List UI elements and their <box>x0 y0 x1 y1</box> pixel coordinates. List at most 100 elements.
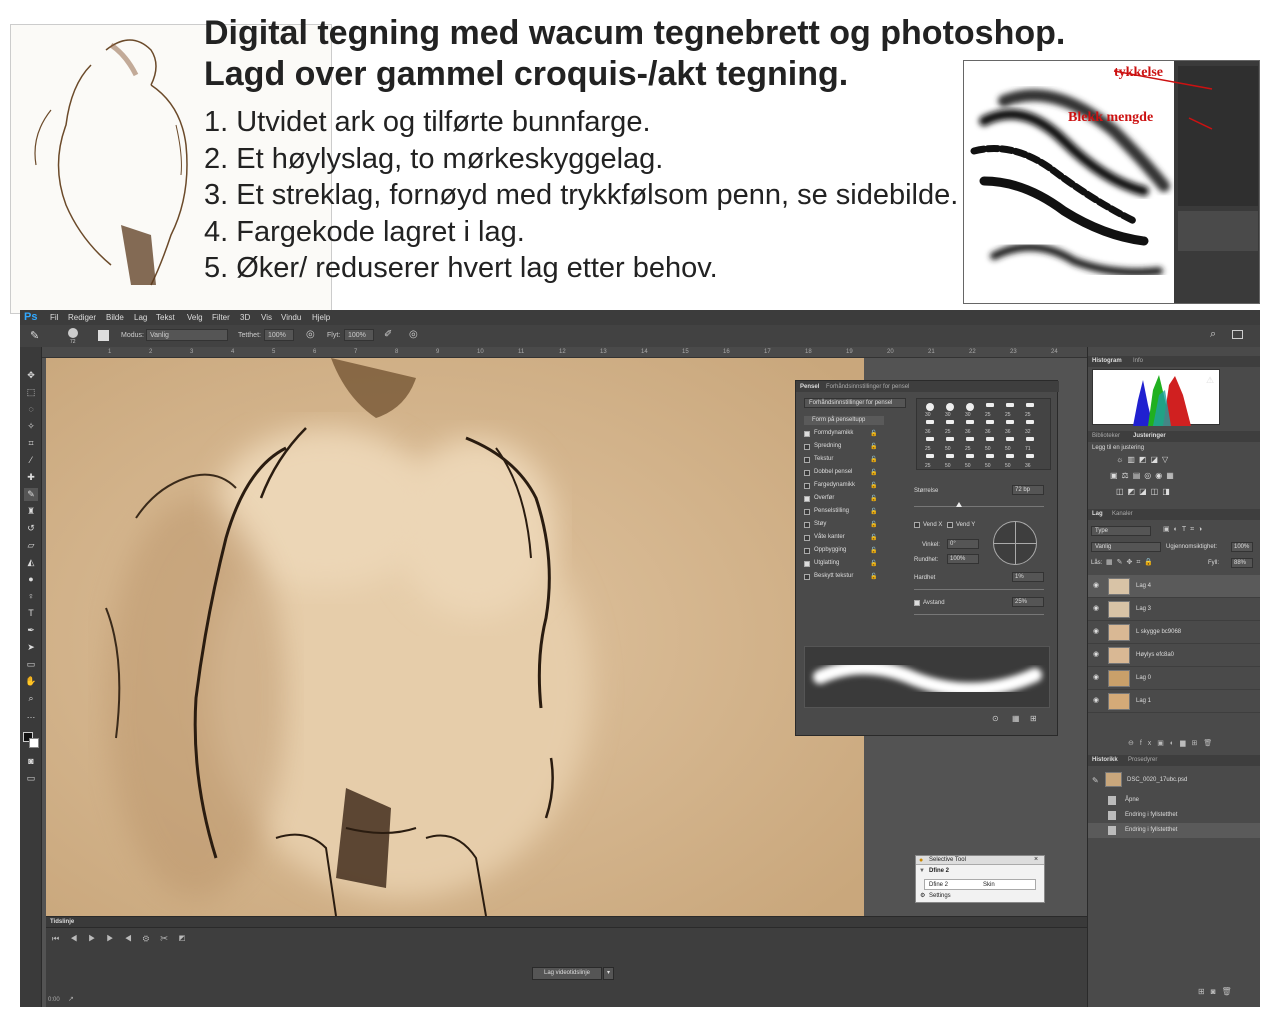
brush-tip-cell[interactable]: 36 <box>1021 453 1039 469</box>
brush-option-label[interactable]: Dobbel pensel <box>814 469 852 475</box>
brush-tool-icon[interactable]: ✎ <box>30 329 39 342</box>
menu-rediger[interactable]: Rediger <box>68 313 96 322</box>
more-tools-icon[interactable]: … <box>24 709 38 722</box>
tab-histogram[interactable]: Histogram <box>1092 358 1122 364</box>
angle-roundness-widget[interactable] <box>993 521 1037 565</box>
history-snapshot[interactable]: ✎ DSC_0020_17ubc.psd <box>1088 770 1260 790</box>
selective-settings-button[interactable]: Settings <box>929 893 951 899</box>
layer-filter-icons[interactable]: ▣◐T⌗◑ <box>1163 525 1206 534</box>
lock-icon[interactable]: 🔓 <box>870 547 877 554</box>
brush-tip-cell[interactable]: 50 <box>1001 436 1019 452</box>
search-icon[interactable]: ⌕ <box>1210 328 1216 341</box>
tab-adjustments[interactable]: Justeringer <box>1133 433 1166 439</box>
size-slider-thumb[interactable] <box>956 502 962 507</box>
lock-icon[interactable]: 🔓 <box>870 456 877 463</box>
brush-option-checkbox[interactable] <box>804 483 810 489</box>
layer-opacity-input[interactable]: 100% <box>1231 542 1253 552</box>
brush-option-checkbox[interactable] <box>804 574 810 580</box>
hand-tool-icon[interactable]: ✋ <box>24 675 38 688</box>
stamp-tool-icon[interactable]: ♜ <box>24 505 38 518</box>
brush-tip-cell[interactable]: 30 <box>921 402 939 418</box>
blend-mode-select[interactable]: Vanlig <box>1091 542 1161 552</box>
tab-history[interactable]: Historikk <box>1092 757 1118 763</box>
layer-row[interactable]: ◉ L skygge bc9068 <box>1088 621 1260 644</box>
layer-row[interactable]: ◉ Lag 4 <box>1088 575 1260 598</box>
document-canvas[interactable] <box>46 358 864 916</box>
brush-option-checkbox[interactable] <box>804 548 810 554</box>
render-icon[interactable]: ↗ <box>68 995 74 1003</box>
magic-wand-tool-icon[interactable]: ✧ <box>24 420 38 433</box>
adjustment-icons-row-1[interactable]: ☼▥◩◪▽ <box>1116 455 1196 466</box>
brush-tool-icon[interactable]: ✎ <box>24 488 38 501</box>
roundness-input[interactable]: 100% <box>947 554 979 564</box>
brush-tip-cell[interactable]: 30 <box>941 402 959 418</box>
brush-option-label[interactable]: Støy <box>814 521 826 527</box>
brush-tip-cell[interactable]: 32 <box>1021 419 1039 435</box>
brush-tip-cell[interactable]: 36 <box>961 419 979 435</box>
history-actions-row[interactable]: ⊞◙🗑 <box>1198 987 1238 996</box>
brush-option-label[interactable]: Penselstilling <box>814 508 849 514</box>
crop-tool-icon[interactable]: ⌗ <box>24 437 38 450</box>
flow-input[interactable]: 100% <box>344 329 374 341</box>
menu-tekst[interactable]: Tekst <box>156 313 175 322</box>
history-item[interactable]: Endring i fyllstetthet <box>1088 808 1260 823</box>
history-brush-tool-icon[interactable]: ↺ <box>24 522 38 535</box>
tab-info[interactable]: Info <box>1133 358 1143 364</box>
menu-velg[interactable]: Velg <box>187 313 203 322</box>
layer-row[interactable]: ◉ Lag 1 <box>1088 690 1260 713</box>
close-icon[interactable]: × <box>1034 856 1038 863</box>
adjustment-icons-row-3[interactable]: ◫◩◪◫◨ <box>1116 487 1196 498</box>
brush-option-checkbox[interactable] <box>804 509 810 515</box>
menu-fil[interactable]: Fil <box>50 313 58 322</box>
brush-tip-cell[interactable]: 50 <box>981 436 999 452</box>
mode-select[interactable]: Vanlig <box>146 329 228 341</box>
brush-tip-shape-item[interactable]: Form på penseltupp <box>804 416 884 425</box>
blur-tool-icon[interactable]: ● <box>24 573 38 586</box>
tab-actions[interactable]: Prosedyrer <box>1128 757 1157 763</box>
lock-icon[interactable]: 🔓 <box>870 508 877 515</box>
tab-channels[interactable]: Kanaler <box>1112 511 1133 517</box>
brush-option-label[interactable]: Tekstur <box>814 456 833 462</box>
lock-icon[interactable]: 🔓 <box>870 482 877 489</box>
layer-row[interactable]: ◉ Høylys efc8a0 <box>1088 644 1260 667</box>
size-input[interactable]: 72 bp <box>1012 485 1044 495</box>
marquee-tool-icon[interactable]: ⬚ <box>24 386 38 399</box>
visibility-eye-icon[interactable]: ◉ <box>1093 628 1102 635</box>
quick-mask-icon[interactable]: ◙ <box>24 755 38 768</box>
history-item[interactable]: Åpne <box>1088 793 1260 808</box>
brush-tip-cell[interactable]: 25 <box>921 453 939 469</box>
brush-tip-cell[interactable]: 36 <box>1001 419 1019 435</box>
lock-icon[interactable]: 🔓 <box>870 534 877 541</box>
paint-bucket-tool-icon[interactable]: ◭ <box>24 556 38 569</box>
eraser-tool-icon[interactable]: ▱ <box>24 539 38 552</box>
create-video-timeline-button[interactable]: Lag videotidslinje <box>532 967 602 980</box>
brush-option-checkbox[interactable] <box>804 522 810 528</box>
brush-tip-cell[interactable]: 25 <box>981 402 999 418</box>
warning-icon[interactable]: ⚠ <box>1206 375 1214 386</box>
healing-tool-icon[interactable]: ✚ <box>24 471 38 484</box>
menu-3d[interactable]: 3D <box>240 313 250 322</box>
spacing-checkbox[interactable]: Avstand <box>923 600 945 606</box>
lasso-tool-icon[interactable]: ◌ <box>24 403 38 416</box>
brush-option-label[interactable]: Fargedynamikk <box>814 482 855 488</box>
brush-option-checkbox[interactable] <box>804 470 810 476</box>
pressure-size-icon[interactable]: ◎ <box>409 329 418 340</box>
airbrush-icon[interactable]: ✐ <box>384 329 392 340</box>
menu-vindu[interactable]: Vindu <box>281 313 301 322</box>
brush-tip-cell[interactable]: 50 <box>961 453 979 469</box>
menu-bilde[interactable]: Bilde <box>106 313 124 322</box>
brush-option-checkbox[interactable] <box>804 535 810 541</box>
brush-option-checkbox[interactable] <box>804 561 810 567</box>
brush-tip-cell[interactable]: 50 <box>941 436 959 452</box>
lock-icon[interactable]: 🔓 <box>870 495 877 502</box>
brush-tip-cell[interactable]: 25 <box>961 436 979 452</box>
spacing-input[interactable]: 25% <box>1012 597 1044 607</box>
tab-libraries[interactable]: Biblioteker <box>1092 433 1120 439</box>
layer-filter-select[interactable]: Type <box>1091 526 1151 536</box>
brush-option-label[interactable]: Utglatting <box>814 560 839 566</box>
brush-tip-cell[interactable]: 71 <box>1021 436 1039 452</box>
pressure-opacity-icon[interactable]: ◎ <box>306 329 315 340</box>
brush-presets-button[interactable]: Forhåndsinnstillinger for pensel <box>804 398 906 408</box>
dodge-tool-icon[interactable]: ♀ <box>24 590 38 603</box>
tab-brush-presets[interactable]: Forhåndsinnstillinger for pensel <box>826 384 909 390</box>
